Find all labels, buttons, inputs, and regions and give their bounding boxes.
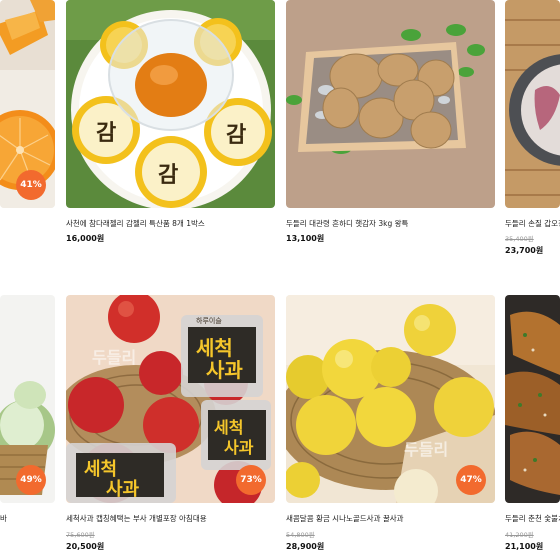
watermark: 두들리 [404, 440, 448, 459]
package-brand: 하루이슬 [196, 316, 222, 325]
product-card[interactable]: 감 감 감 사천에 참다래젤리 감젤리 특산품 8개 1박스 16,000원 [66, 0, 275, 260]
product-title[interactable]: 사천에 참다래젤리 감젤리 특산품 8개 1박스 [66, 218, 275, 229]
product-grid: 41% 감 감 감 사천에 참다래젤리 감젤리 특산품 8개 1박스 16,00… [0, 0, 560, 560]
product-card[interactable]: 두들리 대관령 흔하디 햇감자 3kg 왕특 13,100원 [286, 0, 495, 260]
product-title[interactable]: 두들리 춘천 숯불치킨 [505, 513, 560, 524]
product-price: 20,500원 [66, 542, 105, 551]
product-card[interactable]: 두들리 손질 갑오징 35,400원 23,700원 [505, 0, 560, 260]
discount-badge: 47% [456, 465, 486, 495]
product-title[interactable]: 바 [0, 513, 55, 524]
product-original-price: 41,200원 [505, 531, 534, 539]
product-image[interactable]: 41% [0, 0, 55, 208]
product-card[interactable]: 두들리 47% 새콤달콤 황금 시나노골드사과 꿀사과 54,800원 28,9… [286, 295, 495, 560]
product-price: 28,900원 [286, 542, 325, 551]
product-image[interactable]: 49% [0, 295, 55, 503]
discount-badge: 73% [236, 465, 266, 495]
svg-text:감: 감 [158, 163, 178, 188]
product-card[interactable]: 49% 바 [0, 295, 55, 560]
discount-badge: 49% [16, 465, 46, 495]
product-title[interactable]: 두들리 대관령 흔하디 햇감자 3kg 왕특 [286, 218, 495, 229]
discount-badge: 41% [16, 170, 46, 200]
svg-text:감: 감 [96, 121, 116, 146]
product-original-price: 75,600원 [66, 531, 95, 539]
product-image[interactable] [505, 295, 560, 503]
product-image[interactable]: 두들리 47% [286, 295, 495, 503]
product-price: 13,100원 [286, 234, 325, 243]
package-label: 사과 [224, 438, 254, 457]
product-title[interactable]: 세척사과 캡칭혜택는 부사 개별포장 아침대용 [66, 513, 275, 524]
product-title[interactable]: 새콤달콤 황금 시나노골드사과 꿀사과 [286, 513, 495, 524]
product-original-price: 54,800원 [286, 531, 315, 539]
product-card[interactable]: 41% [0, 0, 55, 260]
package-label: 세척 [84, 459, 117, 480]
package-label: 세척 [196, 336, 233, 360]
product-price: 16,000원 [66, 234, 105, 243]
product-original-price: 35,400원 [505, 235, 534, 243]
product-image[interactable] [286, 0, 495, 208]
product-image[interactable]: 감 감 감 [66, 0, 275, 208]
product-price: 21,100원 [505, 542, 544, 551]
svg-text:감: 감 [226, 123, 246, 148]
package-label: 세척 [214, 418, 243, 437]
product-title[interactable]: 두들리 손질 갑오징 [505, 218, 560, 229]
package-label: 사과 [106, 479, 140, 500]
product-card[interactable]: 하루이슬 세척 사과 세척 사과 세척 사과 두들리 73% 세척사과 캡칭혜택… [66, 295, 275, 560]
product-image[interactable] [505, 0, 560, 208]
product-image[interactable]: 하루이슬 세척 사과 세척 사과 세척 사과 두들리 73% [66, 295, 275, 503]
watermark: 두들리 [92, 348, 136, 367]
product-price: 23,700원 [505, 246, 544, 255]
product-card[interactable]: 두들리 춘천 숯불치킨 41,200원 21,100원 [505, 295, 560, 560]
package-label: 사과 [206, 358, 243, 382]
